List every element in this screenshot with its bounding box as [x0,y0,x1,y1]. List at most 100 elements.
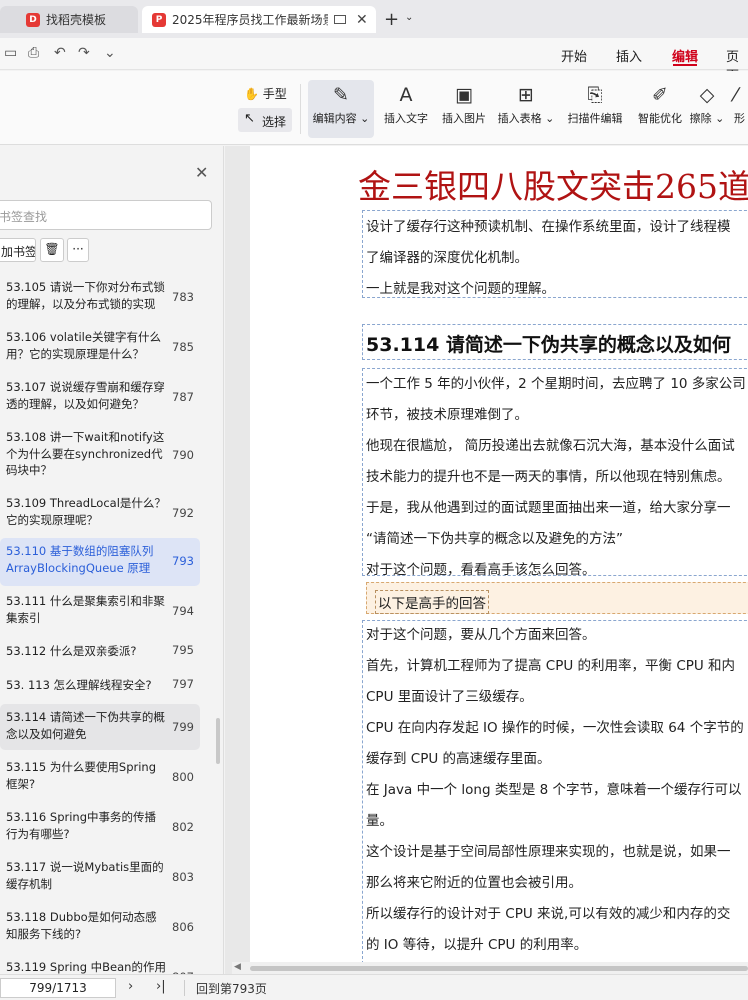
quote-callout[interactable]: 以下是高手的回答 [366,582,748,614]
bookmark-label: 53.116 Spring中事务的传播行为有哪些? [6,810,157,841]
tab-document[interactable]: P 2025年程序员找工作最新场景… ✕ [142,6,376,33]
section-heading: 53.114 请简述一下伪共享的概念以及如何 [366,334,731,356]
scrollbar-thumb[interactable] [250,966,748,971]
ribbon-divider [300,84,301,134]
bookmark-item[interactable]: 53.109 ThreadLocal是什么？它的实现原理呢？ 792 [0,490,200,536]
hand-tool[interactable]: ✋ 手型 [244,85,287,102]
monitor-icon[interactable] [334,15,346,24]
menu-edit[interactable]: 编辑 [672,46,698,65]
bookmark-item-current[interactable]: 53.110 基于数组的阻塞队列 ArrayBlockingQueue 原理 7… [0,538,200,586]
add-bookmark-button[interactable]: 加书签 [0,238,36,262]
menu-start[interactable]: 开始 [561,46,587,65]
bookmark-page: 785 [172,340,194,354]
bookmark-page: 797 [172,677,194,691]
next-page-icon[interactable]: › [128,979,133,994]
paragraph-line: 缓存到 CPU 的高速缓存里面。 [366,751,551,767]
bookmark-item[interactable]: 53.116 Spring中事务的传播行为有哪些? 802 [0,804,200,852]
sidebar-scrollbar[interactable] [216,718,220,764]
bookmark-page: 799 [172,720,194,734]
horizontal-scrollbar[interactable]: ◀ [232,962,748,974]
insert-table-label: 插入表格 [497,112,542,125]
bookmark-page: 806 [172,920,194,934]
chevron-down-icon[interactable]: ⌄ [405,12,413,23]
paragraph-line: 对于这个问题，看看高手该怎么回答。 [366,562,596,578]
scan-edit-button[interactable]: ⎘ 扫描件编辑 [562,80,628,138]
paragraph-line: 的 IO 等待，以提升 CPU 的利用率。 [366,937,588,953]
select-tool-label: 选择 [262,115,287,129]
last-page-icon[interactable]: ›| [156,979,166,994]
pdf-icon: P [152,12,166,27]
close-tab-icon[interactable]: ✕ [356,12,368,28]
new-tab-icon[interactable]: + [384,9,399,30]
insert-image-button[interactable]: ▣ 插入图片 [434,80,494,138]
paragraph-line: 在 Java 中一个 long 类型是 8 个字节，意味着一个缓存行可以 [366,782,742,798]
erase-button[interactable]: ◇ 擦除 ⌄ [684,80,730,138]
paragraph-line: 他现在很尴尬， 简历投递出去就像石沉大海，基本没什么面试 [366,438,735,454]
smart-optimize-button[interactable]: ✐ 智能优化 [630,80,690,138]
edit-content-label: 编辑内容 [312,112,357,125]
paragraph-line: 设计了缓存行这种预读机制、在操作系统里面，设计了线程模 [366,219,731,235]
save-icon[interactable]: ▭ [4,45,17,61]
shape-label: 形 [734,112,745,125]
print-icon[interactable]: ⎙ [28,45,39,61]
chevron-down-icon[interactable]: ⌄ [104,45,116,61]
bookmark-label: 53.114 请简述一下伪共享的概念以及如何避免 [6,710,165,741]
bookmark-item[interactable]: 53. 113 怎么理解线程安全? 797 [0,672,200,702]
edit-content-button[interactable]: ✎ 编辑内容 ⌄ [308,80,374,138]
bookmark-page: 800 [172,770,194,784]
paragraph-line: 那么将来它附近的位置也会被引用。 [366,875,582,891]
bookmark-item[interactable]: 53.112 什么是双亲委派? 795 [0,638,200,668]
bookmark-page: 795 [172,643,194,657]
tab-template[interactable]: D 找稻壳模板 [0,6,138,33]
menu-insert[interactable]: 插入 [616,46,642,65]
bookmark-item[interactable]: 53.117 说一说Mybatis里面的缓存机制 803 [0,854,200,902]
bookmark-page: 793 [172,554,194,568]
smart-optimize-icon: ✐ [652,84,668,106]
status-bar: 799/1713 › ›| 回到第793页 [0,974,748,1000]
bookmark-page: 802 [172,820,194,834]
bookmark-search-input[interactable]: 书签查找 [0,200,212,230]
shape-button[interactable]: ⁄ 形 [734,80,748,138]
bookmark-item[interactable]: 53.114 请简述一下伪共享的概念以及如何避免 799 [0,704,200,750]
back-to-page-button[interactable]: 回到第793页 [196,980,267,997]
bookmark-page: 803 [172,870,194,884]
smart-optimize-label: 智能优化 [638,112,682,125]
bookmark-item[interactable]: 53.111 什么是聚集索引和非聚集索引 794 [0,588,200,636]
document-title: 金三银四八股文突击265道 [358,167,748,206]
bookmark-item[interactable]: 53.119 Spring 中Bean的作用 807 [0,954,200,974]
bookmark-label: 53.107 说说缓存雪崩和缓存穿透的理解，以及如何避免？ [6,380,165,411]
quote-text: 以下是高手的回答 [375,590,489,614]
redo-icon[interactable]: ↷ [78,45,90,61]
bookmark-page: 787 [172,390,194,404]
erase-label: 擦除 [689,112,712,125]
more-icon[interactable]: ··· [67,238,89,262]
scan-edit-label: 扫描件编辑 [567,112,623,125]
bookmark-item[interactable]: 53.106 volatile关键字有什么用？它的实现原理是什么？ 785 [0,324,200,372]
undo-icon[interactable]: ↶ [54,45,66,61]
table-icon: ⊞ [518,84,534,106]
hand-tool-label: 手型 [262,87,287,101]
paragraph-line: 于是，我从他遇到过的面试题里面抽出来一道，给大家分享一 [366,500,731,516]
bookmark-item[interactable]: 53.107 说说缓存雪崩和缓存穿透的理解，以及如何避免？ 787 [0,374,200,422]
bookmark-label: 53.119 Spring 中Bean的作用 [6,960,166,974]
bookmark-item[interactable]: 53.115 为什么要使用Spring框架? 800 [0,754,200,802]
bookmark-item[interactable]: 53.118 Dubbo是如何动态感知服务下线的? 806 [0,904,200,952]
select-tool[interactable]: ↖ 选择 [238,108,292,132]
bookmark-item[interactable]: 53.108 讲一下wait和notify这个为什么要在synchronized… [0,424,200,488]
bookmark-label: 53.110 基于数组的阻塞队列 ArrayBlockingQueue 原理 [6,544,154,575]
insert-table-button[interactable]: ⊞ 插入表格 ⌄ [494,80,558,138]
bookmark-page: 792 [172,506,194,520]
scroll-left-icon[interactable]: ◀ [234,962,241,972]
cursor-icon: ↖ [244,111,255,126]
paragraph-line: 这个设计是基于空间局部性原理来实现的，也就是说，如果一 [366,844,731,860]
insert-text-button[interactable]: A 插入文字 [376,80,436,138]
bookmark-item[interactable]: 53.105 请说一下你对分布式锁的理解，以及分布式锁的实现 783 [0,274,200,322]
delete-icon[interactable]: 🗑 [40,238,64,262]
bookmark-panel: ✕ 书签查找 加书签 🗑 ··· 53.105 请说一下你对分布式锁的理解，以及… [0,146,224,974]
paragraph-line: 对于这个问题，要从几个方面来回答。 [366,627,596,643]
bookmark-label: 53.111 什么是聚集索引和非聚集索引 [6,594,165,625]
bookmark-label: 53.108 讲一下wait和notify这个为什么要在synchronized… [6,430,165,477]
bookmark-label: 53.112 什么是双亲委派? [6,644,137,658]
close-panel-icon[interactable]: ✕ [195,163,208,182]
page-number-input[interactable]: 799/1713 [0,978,116,998]
